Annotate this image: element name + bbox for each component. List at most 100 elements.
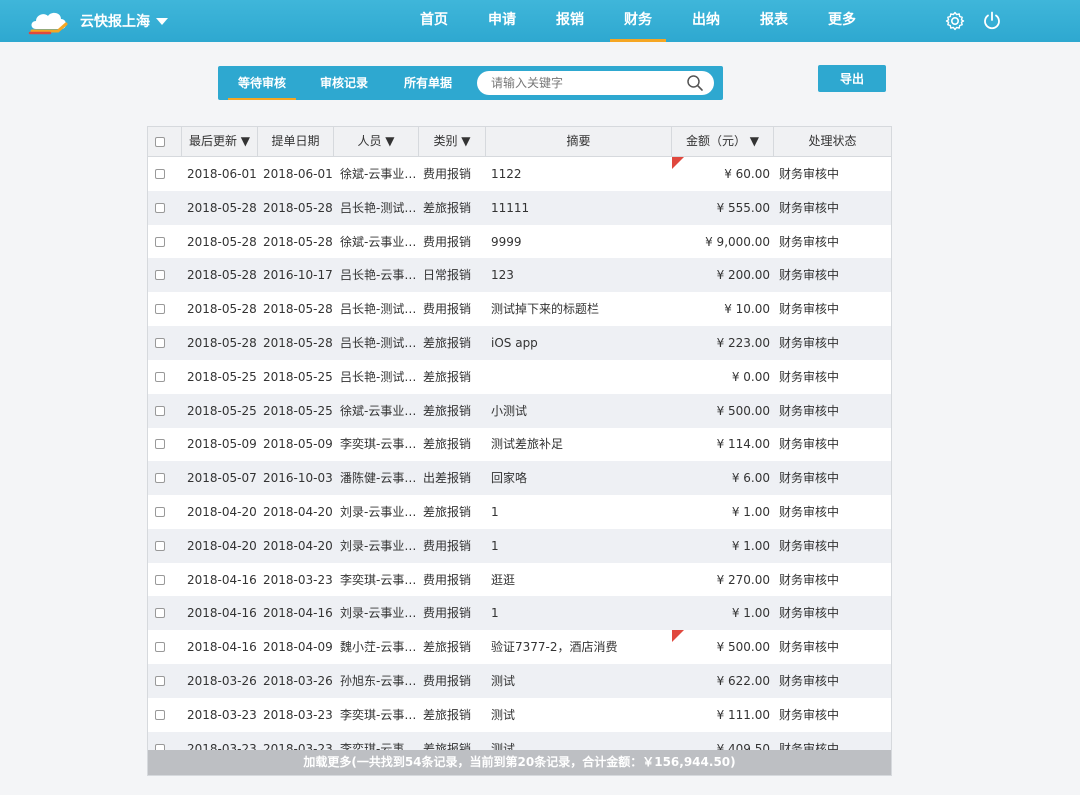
nav-home[interactable]: 首页 bbox=[400, 0, 468, 42]
select-all-cell bbox=[148, 127, 182, 156]
cell-person: 吕长艳-测试… bbox=[340, 369, 416, 384]
cell-status: 财务审核中 bbox=[779, 268, 840, 283]
row-checkbox[interactable] bbox=[155, 304, 165, 315]
cell-last-updated: 2018-04-16 bbox=[187, 572, 257, 587]
row-checkbox[interactable] bbox=[155, 439, 165, 450]
nav-reports[interactable]: 报表 bbox=[740, 0, 808, 42]
cell-status: 财务审核中 bbox=[779, 674, 840, 688]
cell-status: 财务审核中 bbox=[779, 234, 840, 249]
cell-status: 财务审核中 bbox=[779, 471, 840, 486]
table-row[interactable]: 2018-05-09 2018-05-09 李奕琪-云事… 差旅报销 测试差旅补足 ¥ 1… bbox=[148, 427, 891, 461]
tab-review-history[interactable]: 审核记录 bbox=[308, 66, 380, 100]
table-row[interactable]: 2018-05-07 2016-10-03 潘陈健-云事… 出差报销 回家咯 ¥ 6.00… bbox=[148, 461, 891, 496]
cell-category: 费用报销 bbox=[423, 606, 472, 621]
cell-summary: 9999 bbox=[491, 234, 522, 249]
search-input[interactable] bbox=[491, 71, 681, 95]
cell-last-updated: 2018-05-28 bbox=[187, 336, 257, 350]
table-row[interactable]: 2018-04-16 2018-04-16 刘录-云事业… 费用报销 1 ¥ 1.00 财务… bbox=[148, 596, 891, 631]
cell-last-updated: 2018-05-28 bbox=[187, 234, 257, 249]
cell-summary: 1 bbox=[491, 538, 499, 553]
row-checkbox[interactable] bbox=[155, 709, 165, 720]
cell-summary: 小测试 bbox=[491, 403, 528, 418]
search-icon[interactable] bbox=[686, 74, 704, 92]
cell-category: 日常报销 bbox=[423, 268, 472, 283]
row-checkbox[interactable] bbox=[155, 405, 165, 416]
row-checkbox[interactable] bbox=[155, 202, 165, 213]
filter-bar: 等待审核 审核记录 所有单据 bbox=[218, 66, 723, 100]
cell-person: 孙旭东-云事… bbox=[340, 674, 416, 688]
header-category[interactable]: 类别 ▼ bbox=[419, 127, 486, 156]
header-submit-date[interactable]: 提单日期 bbox=[258, 127, 334, 156]
gear-icon[interactable] bbox=[944, 10, 966, 32]
cell-person: 刘录-云事业… bbox=[340, 538, 416, 553]
table-row[interactable]: 2018-04-20 2018-04-20 刘录-云事业… 费用报销 1 ¥ 1.00 财务… bbox=[148, 528, 891, 563]
power-icon[interactable] bbox=[981, 10, 1003, 32]
load-more-bar[interactable]: 加载更多(一共找到54条记录，当前到第20条记录，合计金额：￥156,944.5… bbox=[148, 750, 891, 775]
row-checkbox[interactable] bbox=[155, 574, 165, 585]
documents-table: 最后更新 ▼ 提单日期 人员 ▼ 类别 ▼ 摘要 金额（元） ▼ 处理状态 20… bbox=[147, 126, 892, 776]
header-person[interactable]: 人员 ▼ bbox=[334, 127, 419, 156]
table-row[interactable]: 2018-05-28 2016-10-17 吕长艳-云事… 日常报销 123 ¥ 200.… bbox=[148, 258, 891, 293]
cell-amount: ¥ 1.00 bbox=[731, 538, 770, 553]
cell-status: 财务审核中 bbox=[779, 437, 840, 452]
table-row[interactable]: 2018-04-20 2018-04-20 刘录-云事业… 差旅报销 1 ¥ 1.00 财务… bbox=[148, 495, 891, 529]
tab-pending-review[interactable]: 等待审核 bbox=[222, 66, 302, 100]
cell-summary: 测试 bbox=[491, 674, 516, 688]
table-row[interactable]: 2018-05-25 2018-05-25 徐斌-云事业… 差旅报销 小测试 ¥ 500.… bbox=[148, 393, 891, 428]
header-amount[interactable]: 金额（元） ▼ bbox=[672, 127, 774, 156]
table-row[interactable]: 2018-04-16 2018-03-23 李奕琪-云事… 费用报销 逛逛 ¥ 270.0… bbox=[148, 563, 891, 597]
table-header: 最后更新 ▼ 提单日期 人员 ▼ 类别 ▼ 摘要 金额（元） ▼ 处理状态 bbox=[148, 127, 891, 157]
cell-person: 徐斌-云事业… bbox=[340, 167, 416, 181]
cell-amount: ¥ 1.00 bbox=[731, 606, 770, 621]
row-checkbox[interactable] bbox=[155, 236, 165, 247]
table-row[interactable]: 2018-05-28 2018-05-28 吕长艳-测试… 差旅报销 11111 ¥ 55… bbox=[148, 190, 891, 225]
table-row[interactable]: 2018-05-28 2018-05-28 吕长艳-测试… 差旅报销 iOS app ¥ … bbox=[148, 326, 891, 360]
header-last-updated[interactable]: 最后更新 ▼ bbox=[182, 127, 258, 156]
nav-more[interactable]: 更多 bbox=[808, 0, 876, 42]
table-row[interactable]: 2018-03-23 2018-03-23 李奕琪-云事… 差旅报销 测试 ¥ 111.0… bbox=[148, 698, 891, 732]
nav-finance[interactable]: 财务 bbox=[604, 0, 672, 42]
cell-status: 财务审核中 bbox=[779, 538, 840, 553]
cell-submit-date: 2018-05-28 bbox=[263, 302, 333, 317]
cell-submit-date: 2018-04-20 bbox=[263, 505, 333, 519]
row-checkbox[interactable] bbox=[155, 608, 165, 619]
flag-marker-icon bbox=[672, 157, 684, 169]
table-row[interactable]: 2018-03-26 2018-03-26 孙旭东-云事… 费用报销 测试 ¥ 622.0… bbox=[148, 664, 891, 698]
nav-apply[interactable]: 申请 bbox=[468, 0, 536, 42]
row-checkbox[interactable] bbox=[155, 169, 165, 179]
table-row[interactable]: 2018-05-25 2018-05-25 吕长艳-测试… 差旅报销 ¥ 0.00 财务审… bbox=[148, 360, 891, 394]
nav-cashier[interactable]: 出纳 bbox=[672, 0, 740, 42]
cell-submit-date: 2018-03-26 bbox=[263, 674, 333, 688]
cell-summary: 11111 bbox=[491, 200, 530, 215]
cell-person: 李奕琪-云事… bbox=[340, 572, 416, 587]
row-checkbox[interactable] bbox=[155, 473, 165, 484]
table-row[interactable]: 2018-04-16 2018-04-09 魏小茳-云事… 差旅报销 验证7377-2，… bbox=[148, 630, 891, 664]
cell-status: 财务审核中 bbox=[779, 302, 840, 317]
export-button[interactable]: 导出 bbox=[818, 65, 886, 92]
row-checkbox[interactable] bbox=[155, 270, 165, 281]
select-all-checkbox[interactable] bbox=[155, 137, 165, 147]
cell-amount: ¥ 270.00 bbox=[716, 572, 770, 587]
flag-marker-icon bbox=[672, 630, 684, 643]
row-checkbox[interactable] bbox=[155, 371, 165, 382]
cell-amount: ¥ 60.00 bbox=[724, 167, 770, 181]
cell-last-updated: 2018-03-26 bbox=[187, 674, 257, 688]
cell-submit-date: 2018-05-25 bbox=[263, 369, 333, 384]
table-row[interactable]: 2018-05-28 2018-05-28 徐斌-云事业… 费用报销 9999 ¥ 9,0… bbox=[148, 225, 891, 259]
row-checkbox[interactable] bbox=[155, 676, 165, 686]
table-row[interactable]: 2018-05-28 2018-05-28 吕长艳-测试… 费用报销 测试掉下来的标题栏… bbox=[148, 292, 891, 326]
row-checkbox[interactable] bbox=[155, 540, 165, 551]
cell-category: 差旅报销 bbox=[423, 336, 472, 350]
cell-status: 财务审核中 bbox=[779, 707, 840, 722]
cell-amount: ¥ 9,000.00 bbox=[705, 234, 770, 249]
row-checkbox[interactable] bbox=[155, 338, 165, 348]
cell-last-updated: 2018-04-20 bbox=[187, 538, 257, 553]
nav-reimburse[interactable]: 报销 bbox=[536, 0, 604, 42]
row-checkbox[interactable] bbox=[155, 642, 165, 653]
table-row[interactable]: 2018-06-01 2018-06-01 徐斌-云事业… 费用报销 1122 ¥ 60.… bbox=[148, 157, 891, 191]
cell-person: 李奕琪-云事… bbox=[340, 707, 416, 722]
tab-all-documents[interactable]: 所有单据 bbox=[392, 66, 464, 100]
company-switcher[interactable]: 云快报上海 bbox=[28, 6, 168, 36]
cell-person: 徐斌-云事业… bbox=[340, 234, 416, 249]
row-checkbox[interactable] bbox=[155, 507, 165, 517]
